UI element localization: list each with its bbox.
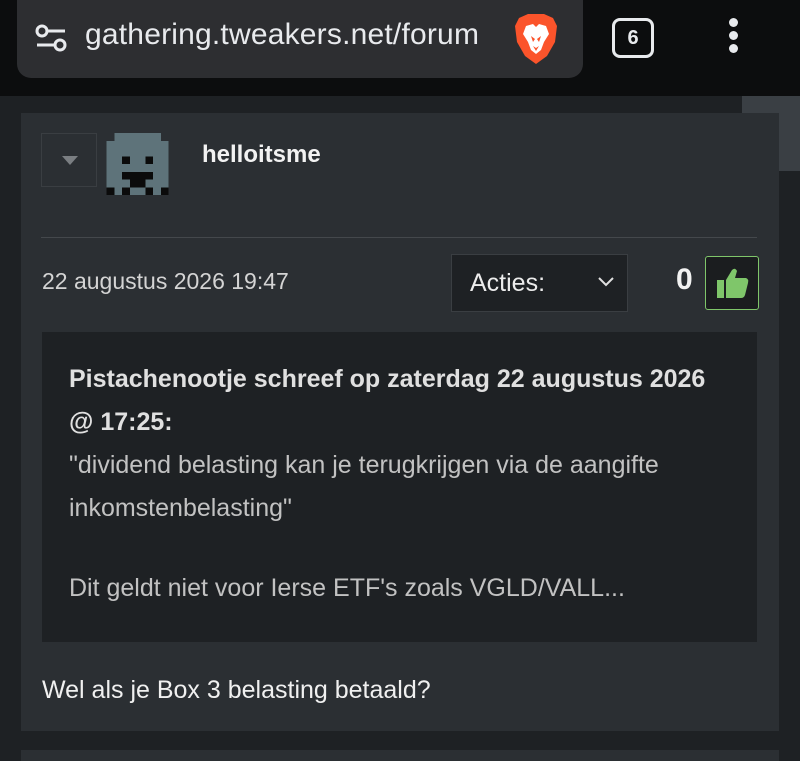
quote-body: "dividend belasting kan je terugkrijgen … [69, 444, 739, 530]
collapse-icon[interactable] [41, 133, 97, 187]
username[interactable]: helloitsme [202, 141, 321, 169]
brave-lion-icon[interactable] [511, 12, 561, 66]
chevron-down-icon [598, 277, 614, 287]
like-button[interactable] [705, 256, 759, 310]
quote-header[interactable]: Pistachenootje schreef op zaterdag 22 au… [69, 358, 739, 444]
quote-header-line2: @ 17:25: [69, 408, 173, 436]
quote-body-line2: inkomstenbelasting" [69, 494, 292, 522]
site-settings-icon[interactable] [35, 22, 67, 54]
post-date[interactable]: 22 augustus 2026 19:47 [42, 268, 289, 295]
quote-body-line3[interactable]: Dit geldt niet voor Ierse ETF's zoals VG… [69, 574, 625, 603]
quote-body-line1: "dividend belasting kan je terugkrijgen … [69, 451, 659, 479]
menu-icon[interactable] [724, 18, 742, 58]
post-message: Wel als je Box 3 belasting betaald? [42, 676, 431, 704]
score: 0 [676, 263, 693, 296]
avatar[interactable] [106, 133, 169, 195]
quote-header-line1: Pistachenootje schreef op zaterdag 22 au… [69, 365, 706, 393]
next-post [21, 750, 779, 761]
quote-block: Pistachenootje schreef op zaterdag 22 au… [42, 332, 757, 642]
actions-label: Acties: [470, 269, 546, 297]
url-text[interactable]: gathering.tweakers.net/forum [85, 18, 509, 52]
address-bar[interactable]: gathering.tweakers.net/forum [17, 0, 583, 78]
forum-post: helloitsme 22 augustus 2026 19:47 Acties… [21, 113, 779, 731]
thumbs-up-icon [717, 268, 749, 298]
divider [41, 237, 757, 238]
browser-toolbar: gathering.tweakers.net/forum 6 [0, 0, 800, 96]
tab-count-icon[interactable]: 6 [612, 18, 654, 58]
actions-dropdown[interactable]: Acties: [451, 254, 628, 312]
